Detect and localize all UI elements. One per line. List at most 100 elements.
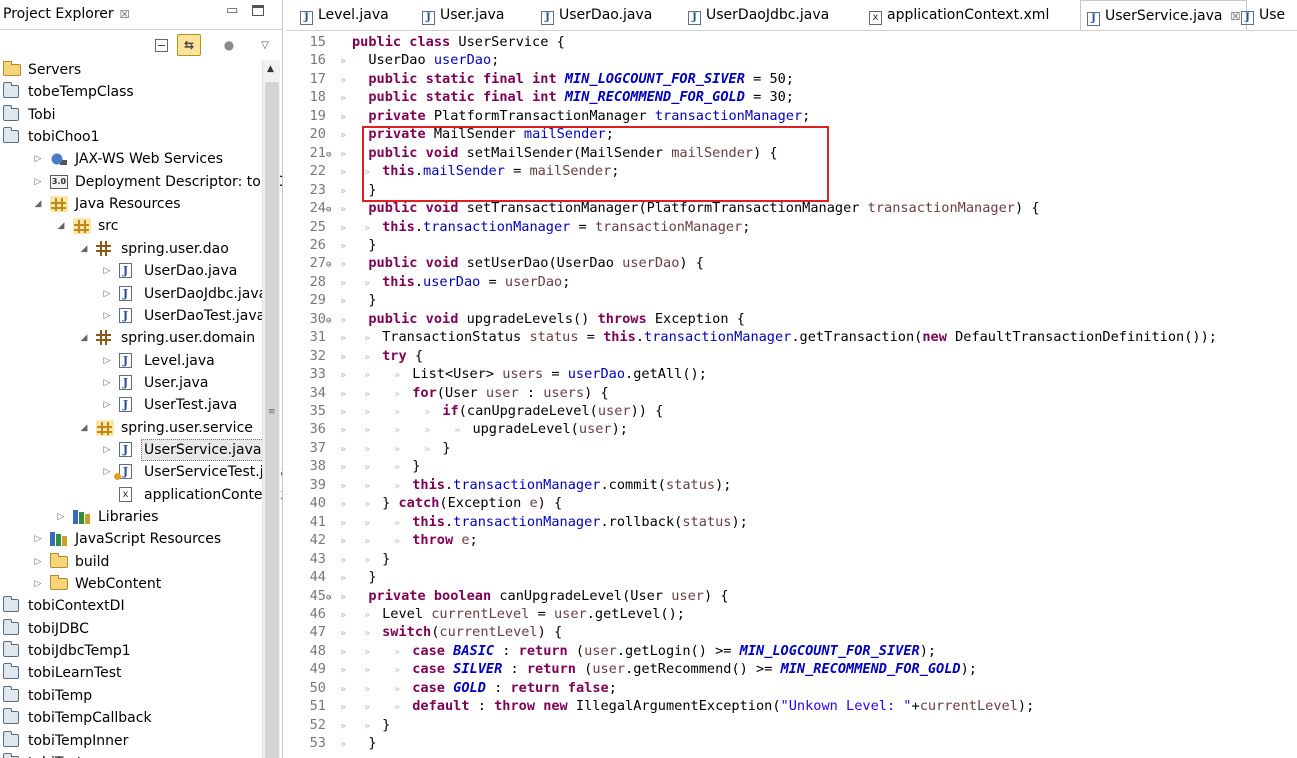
collapsed-arrow-icon[interactable]: ▷ [101, 350, 113, 372]
minimize-icon[interactable]: ▭ [226, 3, 238, 18]
code-token: } [368, 569, 377, 586]
collapsed-arrow-icon[interactable]: ▷ [101, 283, 113, 305]
view-menu-icon[interactable]: ▽ [255, 35, 275, 55]
indent-guide-icon: » [412, 443, 443, 455]
line-number: 22 [309, 163, 326, 180]
tree-item-label: UserDaoJdbc.java [144, 285, 268, 302]
tab-user-java[interactable]: J User.java [422, 0, 504, 30]
close-icon[interactable]: ☒ [120, 8, 130, 21]
code-token: TransactionStatus [382, 329, 530, 346]
collapse-all-icon[interactable] [151, 35, 171, 55]
expanded-arrow-icon[interactable]: ◢ [78, 238, 90, 260]
expanded-arrow-icon[interactable]: ◢ [55, 215, 67, 237]
code-token: upgradeLevels() [458, 310, 598, 327]
code-token: public [368, 70, 418, 87]
indent-guide-icon: » [352, 628, 383, 640]
collapsed-arrow-icon[interactable]: ▷ [32, 573, 44, 595]
code-token: user [597, 403, 631, 419]
code-token: switch [382, 624, 432, 641]
expanded-arrow-icon[interactable]: ◢ [78, 327, 90, 349]
code-token: transactionManager [453, 513, 601, 530]
java-icon: J [119, 441, 132, 457]
indent-guide-icon: » [352, 609, 383, 621]
collapsed-arrow-icon[interactable]: ▷ [32, 551, 44, 573]
line-number: 28 [309, 273, 326, 290]
code-token: this [412, 513, 445, 530]
code-token: { [406, 347, 424, 364]
collapsed-arrow-icon[interactable]: ▷ [101, 260, 113, 282]
indent-guide-icon: » [352, 554, 383, 566]
collapsed-arrow-icon[interactable]: ▷ [32, 171, 44, 193]
code-token: .getRecommend() >= [625, 661, 781, 678]
code-token: static [425, 70, 475, 87]
focus-icon[interactable]: ● [219, 35, 239, 55]
expanded-arrow-icon[interactable]: ◢ [78, 417, 90, 439]
code-token: UserDao [368, 52, 434, 69]
tree-item-label: tobiTemp [28, 687, 93, 704]
code-token: void [425, 310, 459, 327]
code-token: ; [605, 126, 614, 143]
tree-item-label: tobiTempCallback [28, 710, 152, 727]
tree-item-label: UserTest.java [144, 397, 238, 414]
tab-userdaojdbc-java[interactable]: J UserDaoJdbc.java [688, 0, 829, 30]
tab-userservice-java[interactable]: J UserService.java ☒ [1080, 0, 1248, 30]
explorer-scrollbar[interactable]: ▲ ≡ [262, 60, 280, 758]
code-token: transactionManager [867, 200, 1015, 217]
maximize-icon[interactable] [252, 5, 264, 16]
code-token: : [494, 642, 519, 659]
tree-item-label: WebContent [75, 576, 162, 593]
tree-item-label: UserService.java [141, 438, 265, 461]
code-token: . [414, 163, 424, 180]
code-token: currentLevel [431, 605, 530, 622]
code-token: = [529, 605, 554, 622]
code-token: users [502, 366, 544, 383]
code-editor[interactable]: 15 public class UserService {16 » UserDa… [286, 32, 1297, 758]
code-line: 46 » » Level currentLevel = user.getLeve… [286, 605, 685, 624]
indent-guide-icon: » [352, 370, 383, 382]
indent-guide-icon: » [382, 443, 413, 455]
collapsed-arrow-icon[interactable]: ▷ [55, 506, 67, 528]
collapsed-arrow-icon[interactable]: ▷ [101, 439, 113, 461]
code-token: transactionManager [654, 107, 803, 124]
link-with-editor-icon[interactable]: ⇆ [177, 34, 201, 56]
tab-use[interactable]: J Use [1241, 0, 1285, 30]
collapsed-arrow-icon[interactable]: ▷ [101, 305, 113, 327]
collapsed-arrow-icon[interactable]: ▷ [101, 394, 113, 416]
line-number: 16 [309, 52, 326, 69]
code-token: MIN_LOGCOUNT_FOR_SIVER [564, 70, 745, 87]
collapsed-arrow-icon[interactable]: ▷ [32, 148, 44, 170]
collapsed-arrow-icon[interactable]: ▷ [101, 372, 113, 394]
scroll-up-icon[interactable]: ▲ [267, 64, 274, 74]
line-number: 20 [309, 126, 326, 143]
indent-guide-icon: » [352, 480, 383, 492]
close-icon[interactable]: ☒ [1230, 10, 1240, 23]
indent-guide-icon: » [382, 407, 413, 418]
tab-userdao-java[interactable]: J UserDao.java [541, 0, 652, 30]
code-line: 21⊖» public void setMailSender(MailSende… [286, 144, 778, 163]
tab-level-java[interactable]: J Level.java [300, 0, 389, 30]
scrollbar-thumb[interactable] [265, 82, 279, 758]
line-number: 43 [309, 550, 326, 567]
line-number: 53 [309, 735, 326, 752]
tab-applicationcontext-xml[interactable]: x applicationContext.xml [869, 0, 1049, 30]
webservice-icon [50, 152, 68, 167]
code-token: public [368, 200, 418, 217]
code-token: ); [960, 661, 977, 678]
code-token: ; [802, 107, 811, 124]
collapsed-arrow-icon[interactable]: ▷ [32, 528, 44, 550]
indent-guide-icon: » [382, 462, 413, 474]
tree-item-label: tobiJdbcTemp1 [28, 643, 131, 660]
java-file-icon: J [541, 11, 554, 25]
project-explorer-tab[interactable]: Project Explorer ☒ [3, 6, 130, 22]
expanded-arrow-icon[interactable]: ◢ [32, 193, 44, 215]
collapsed-arrow-icon[interactable]: ▷ [101, 461, 113, 483]
